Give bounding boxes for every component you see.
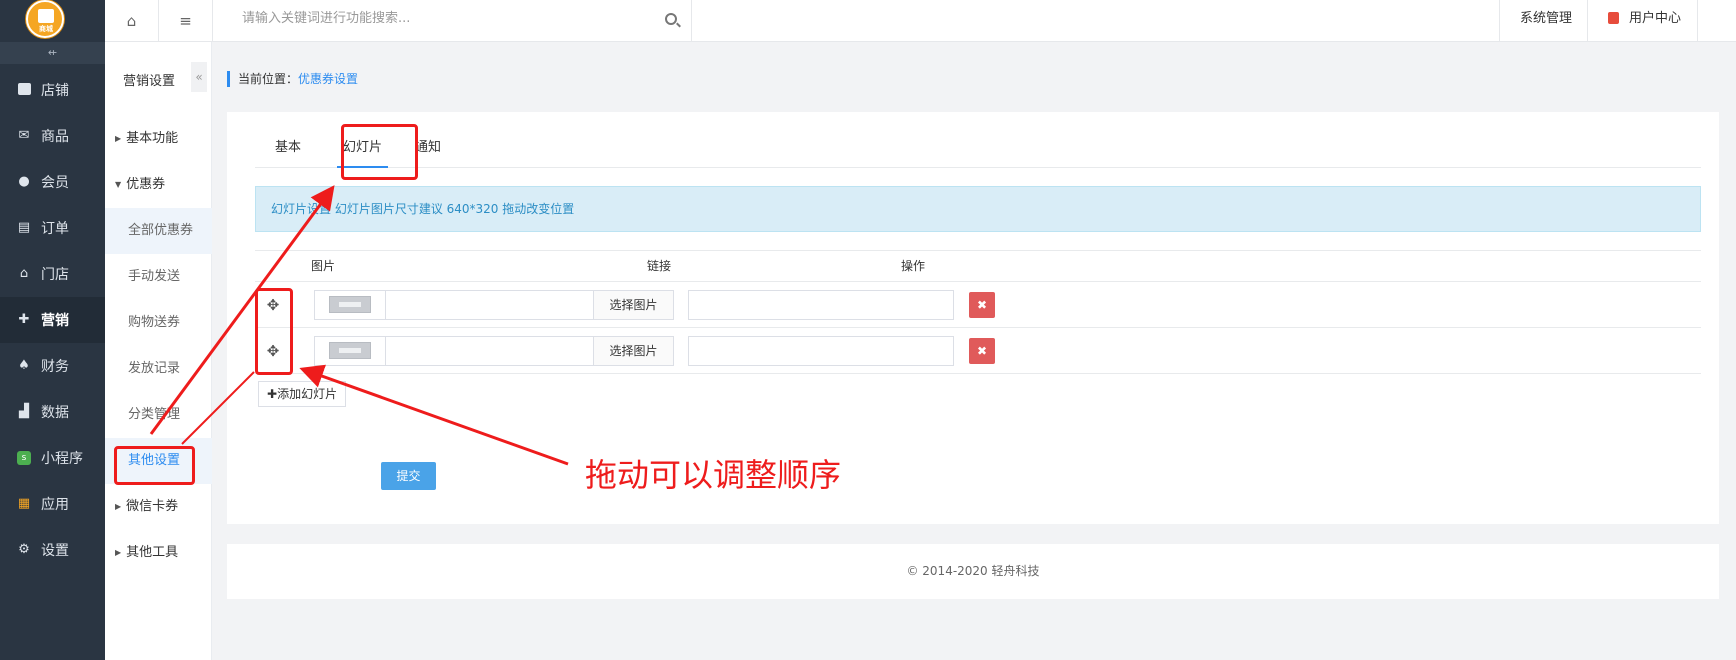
annotation-arrows [149, 185, 569, 466]
arrow-to-slides-tab [149, 185, 335, 435]
arrow-to-drag-line [181, 371, 255, 445]
arrow-to-drag-handles [299, 364, 569, 466]
annotation-text: 拖动可以调整顺序 [585, 456, 842, 494]
